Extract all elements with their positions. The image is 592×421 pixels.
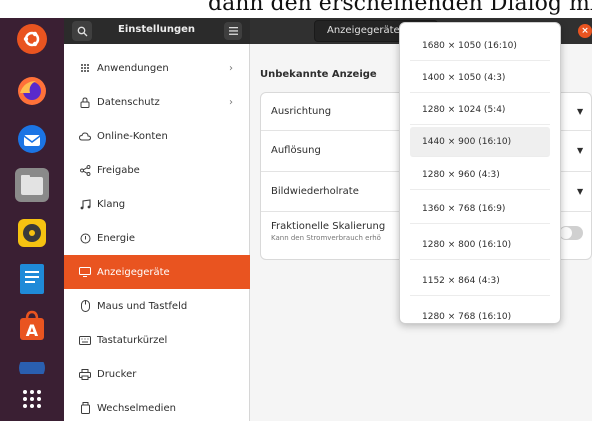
thunderbird-icon[interactable]	[15, 122, 49, 156]
sidebar-item-label: Drucker	[97, 368, 137, 380]
toggle-knob	[560, 227, 572, 239]
resolution-option[interactable]: 1400 × 1050 (4:3)	[410, 63, 550, 93]
resolution-option[interactable]: 1440 × 900 (16:10)	[410, 127, 550, 157]
dock: A	[0, 18, 64, 421]
sidebar-item-maus-und-tastfeld[interactable]: Maus und Tastfeld	[64, 289, 250, 323]
chevron-right-icon: ›	[229, 62, 233, 74]
sidebar-item-label: Online-Konten	[97, 130, 168, 142]
resolution-label: Auflösung	[271, 145, 321, 156]
settings-title: Einstellungen	[118, 24, 196, 35]
sidebar-item-label: Anwendungen	[97, 62, 169, 74]
resolution-option[interactable]: 1680 × 1050 (16:10)	[410, 31, 550, 61]
resolution-option[interactable]: 1280 × 1024 (5:4)	[410, 95, 550, 125]
document-text: dann den erscheinenden Dialog mit „Beibe…	[208, 0, 592, 16]
orientation-label: Ausrichtung	[271, 106, 332, 117]
share-icon	[78, 163, 92, 177]
keyboard-icon	[78, 333, 92, 347]
power-icon	[78, 231, 92, 245]
sidebar-item-wechselmedien[interactable]: Wechselmedien	[64, 391, 250, 421]
close-button[interactable]: ×	[578, 24, 592, 38]
mouse-icon	[78, 299, 92, 313]
display-section-title: Unbekannte Anzeige	[260, 69, 377, 80]
resolution-option[interactable]: 1280 × 960 (4:3)	[410, 160, 550, 190]
resolution-option[interactable]: 1152 × 864 (4:3)	[410, 266, 550, 296]
sidebar-item-anzeigegeraete[interactable]: Anzeigegeräte	[64, 255, 250, 289]
sidebar-item-label: Energie	[97, 232, 136, 244]
firefox-icon[interactable]	[15, 74, 49, 108]
removable-media-icon	[78, 401, 92, 415]
music-note-icon	[78, 197, 92, 211]
resolution-popover: 1680 × 1050 (16:10) 1400 × 1050 (4:3) 12…	[399, 22, 561, 324]
fractional-scaling-label: Fraktionelle Skalierung	[271, 221, 386, 232]
help-icon[interactable]	[15, 362, 49, 374]
sidebar-item-label: Maus und Tastfeld	[97, 300, 188, 312]
menu-button[interactable]	[224, 22, 242, 40]
sidebar-header: Einstellungen	[64, 18, 250, 44]
sidebar: Anwendungen › Datenschutz › Online-Konte…	[64, 44, 250, 421]
files-icon[interactable]	[15, 168, 49, 202]
resolution-option[interactable]: 1280 × 768 (16:10)	[410, 302, 550, 323]
sidebar-item-freigabe[interactable]: Freigabe	[64, 153, 250, 187]
sidebar-item-anwendungen[interactable]: Anwendungen ›	[64, 51, 250, 85]
ubuntu-logo-icon[interactable]	[17, 24, 47, 54]
sidebar-item-online-konten[interactable]: Online-Konten	[64, 119, 250, 153]
refresh-rate-label: Bildwiederholrate	[271, 186, 359, 197]
app-grid-icon[interactable]	[15, 382, 49, 416]
writer-icon[interactable]	[15, 262, 49, 296]
sidebar-item-label: Tastaturkürzel	[97, 334, 168, 346]
svg-text:A: A	[26, 321, 39, 340]
cloud-icon	[78, 129, 92, 143]
software-icon[interactable]: A	[15, 308, 49, 342]
dropdown-arrow-icon: ▼	[577, 107, 584, 116]
sidebar-item-datenschutz[interactable]: Datenschutz ›	[64, 85, 250, 119]
sidebar-item-label: Anzeigegeräte	[97, 266, 170, 278]
search-icon	[77, 26, 87, 36]
stack-switcher-label: Anzeigegeräte	[327, 25, 400, 36]
search-button[interactable]	[72, 21, 92, 41]
sidebar-item-label: Klang	[97, 198, 126, 210]
close-icon: ×	[581, 26, 589, 36]
display-icon	[78, 265, 92, 279]
fractional-scaling-description: Kann den Stromverbrauch erhö	[271, 234, 381, 242]
sidebar-item-drucker[interactable]: Drucker	[64, 357, 250, 391]
sidebar-item-tastaturkuerzel[interactable]: Tastaturkürzel	[64, 323, 250, 357]
fractional-scaling-toggle[interactable]	[559, 226, 583, 240]
resolution-option[interactable]: 1280 × 800 (16:10)	[410, 230, 550, 260]
dropdown-arrow-icon: ▼	[577, 187, 584, 196]
rhythmbox-icon[interactable]	[15, 216, 49, 250]
resolution-option[interactable]: 1360 × 768 (16:9)	[410, 194, 550, 224]
sidebar-item-label: Datenschutz	[97, 96, 160, 108]
dropdown-arrow-icon: ▼	[577, 146, 584, 155]
lock-icon	[78, 95, 92, 109]
hamburger-icon	[228, 27, 238, 35]
printer-icon	[78, 367, 92, 381]
grid-icon	[78, 61, 92, 75]
sidebar-item-energie[interactable]: Energie	[64, 221, 250, 255]
sidebar-item-klang[interactable]: Klang	[64, 187, 250, 221]
sidebar-item-label: Freigabe	[97, 164, 140, 176]
sidebar-item-label: Wechselmedien	[97, 402, 176, 414]
chevron-right-icon: ›	[229, 96, 233, 108]
